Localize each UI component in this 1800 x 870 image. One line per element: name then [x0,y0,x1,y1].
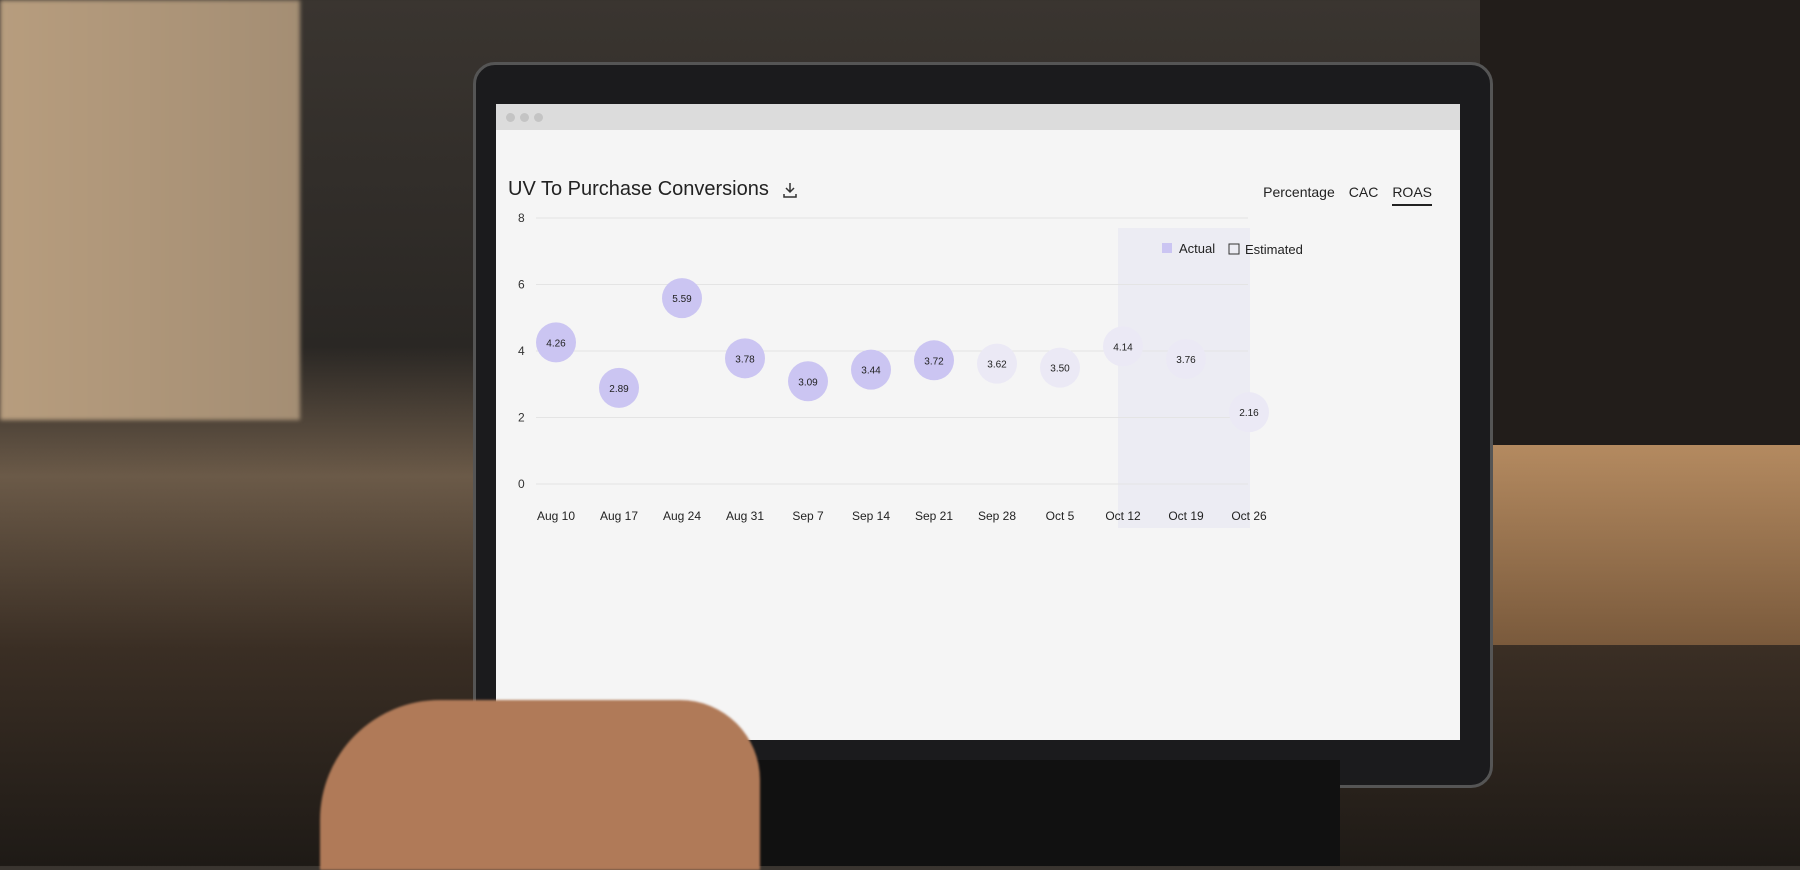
data-point[interactable]: 4.26 [536,322,576,363]
y-tick-label: 0 [518,477,525,491]
background-wall [0,0,300,420]
x-tick-label: Oct 12 [1105,509,1141,523]
background-table [1480,445,1800,645]
legend-actual-label: Actual [1179,241,1215,256]
roas-chart: 0 2 4 6 8 4.26 2.89 5.59 3.78 3.09 3.44 3.72 3.62 3.5… [518,211,1303,528]
data-point[interactable]: 3.78 [725,338,765,379]
data-label: 3.62 [987,360,1007,371]
data-point[interactable]: 5.59 [662,278,702,319]
x-tick-label: Oct 26 [1231,509,1267,523]
data-point[interactable]: 2.16 [1229,392,1269,433]
x-tick-label: Sep 21 [915,509,953,523]
data-point[interactable]: 2.89 [599,367,639,408]
data-label: 4.14 [1113,342,1133,353]
data-point[interactable]: 4.14 [1103,326,1143,367]
data-label: 2.16 [1239,408,1259,419]
y-tick-label: 6 [518,278,525,292]
data-label: 5.59 [672,294,692,305]
data-point[interactable]: 3.72 [914,340,954,381]
x-tick-label: Sep 28 [978,509,1016,523]
data-label: 3.44 [861,366,881,377]
data-point[interactable]: 3.62 [977,343,1017,384]
data-point[interactable]: 3.44 [851,349,891,390]
data-label: 3.78 [735,354,755,365]
background-shelf [1480,0,1800,450]
data-point[interactable]: 3.50 [1040,347,1080,388]
x-tick-label: Sep 7 [792,509,824,523]
legend-estimated-label: Estimated [1245,242,1303,257]
y-tick-label: 8 [518,211,525,225]
legend-actual-swatch [1162,243,1172,253]
x-tick-label: Aug 24 [663,509,701,523]
x-tick-label: Oct 19 [1168,509,1204,523]
screen: UV To Purchase Conversions Percentage CA… [496,104,1460,740]
data-point[interactable]: 3.76 [1166,338,1206,379]
x-tick-label: Aug 17 [600,509,638,523]
x-tick-label: Aug 31 [726,509,764,523]
data-point[interactable]: 3.09 [788,361,828,402]
data-label: 2.89 [609,384,629,395]
data-label: 4.26 [546,338,566,349]
data-label: 3.72 [924,356,944,367]
x-tick-label: Oct 5 [1046,509,1075,523]
hand [320,700,760,870]
x-tick-label: Aug 10 [537,509,575,523]
y-tick-label: 2 [518,411,525,425]
data-label: 3.76 [1176,355,1196,366]
data-label: 3.50 [1050,364,1070,375]
data-label: 3.09 [798,377,818,388]
y-tick-label: 4 [518,344,525,358]
x-tick-label: Sep 14 [852,509,890,523]
